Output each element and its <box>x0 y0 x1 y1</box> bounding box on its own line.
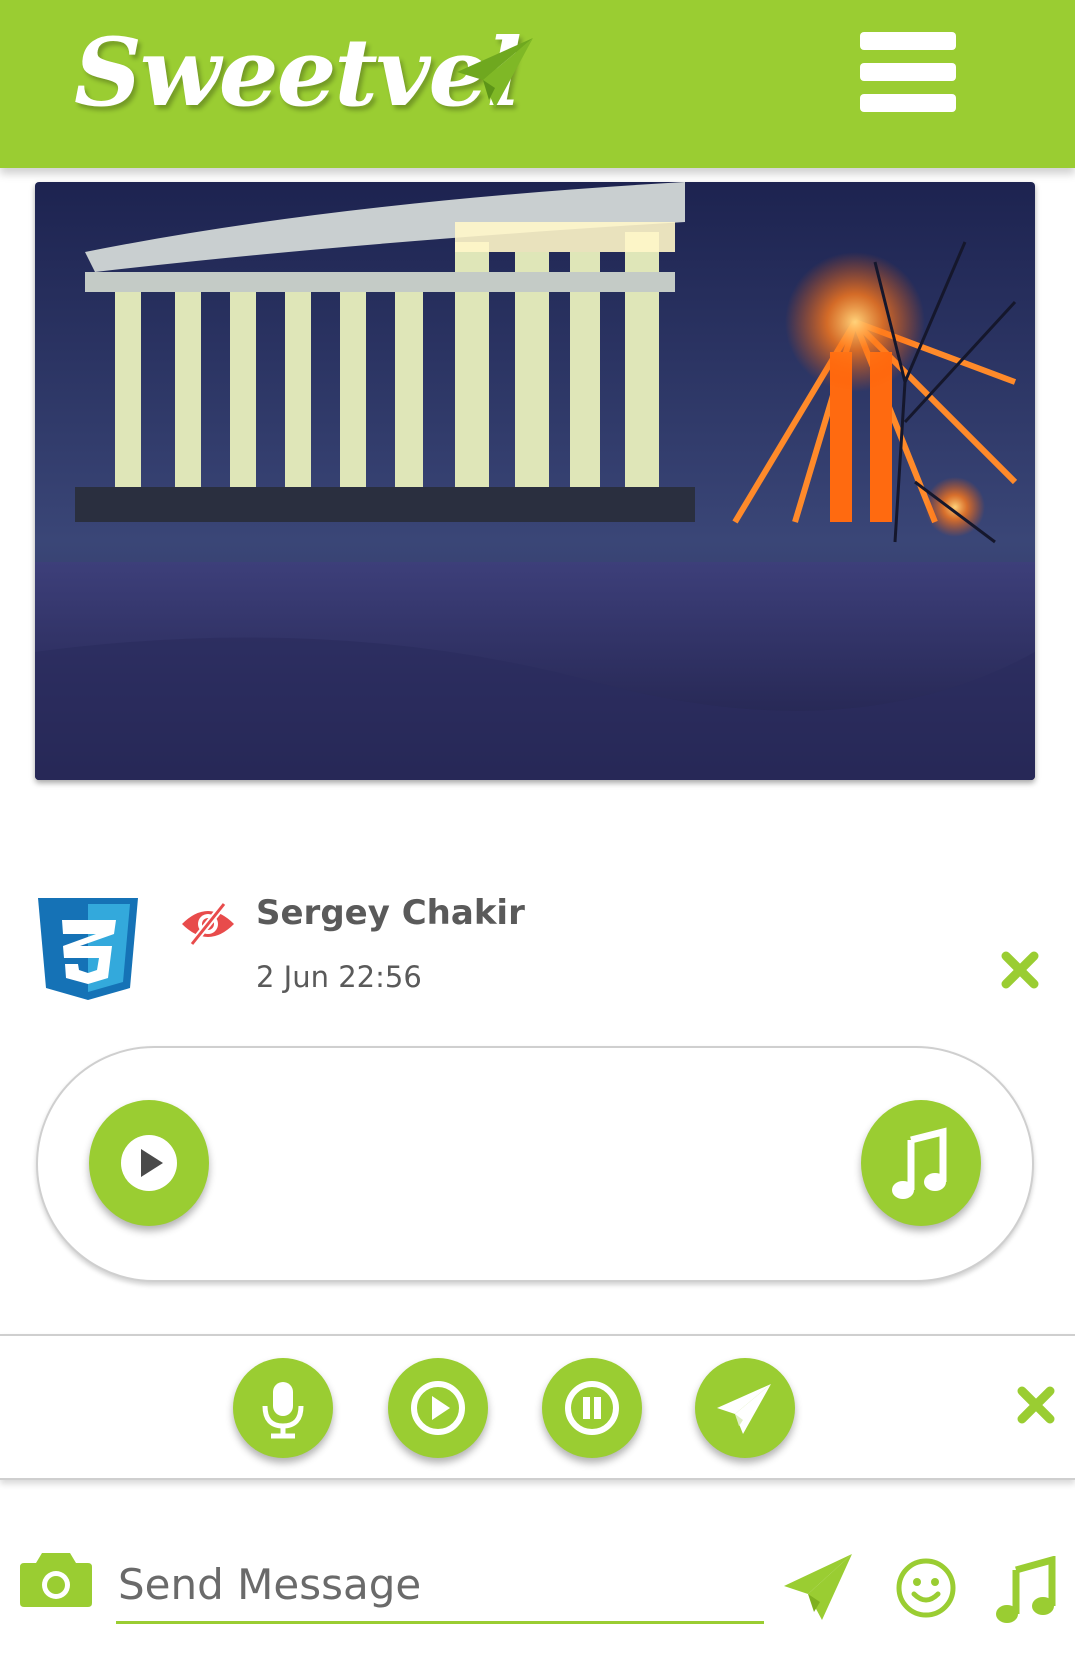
microphone-icon <box>262 1382 304 1439</box>
css3-logo-icon <box>38 898 138 1000</box>
music-note-button[interactable] <box>861 1100 981 1226</box>
paper-plane-icon <box>717 1384 771 1434</box>
hamburger-menu-button[interactable] <box>860 32 956 112</box>
pause-icon <box>565 1381 619 1435</box>
message-input[interactable] <box>116 1548 764 1624</box>
music-note-icon <box>892 1127 947 1199</box>
night-colonnade-image <box>35 182 1035 780</box>
play-icon <box>121 1135 177 1191</box>
paper-plane-icon <box>457 38 533 108</box>
app-logo[interactable]: Sweetvel <box>74 26 522 120</box>
message-photo[interactable] <box>35 182 1035 780</box>
music-note-icon[interactable] <box>996 1556 1056 1624</box>
message-timestamp: 2 Jun 22:56 <box>256 960 422 994</box>
send-paper-plane-icon[interactable] <box>782 1552 854 1622</box>
camera-icon[interactable] <box>20 1545 92 1609</box>
record-mic-button[interactable] <box>233 1358 333 1458</box>
voice-recorder-bar <box>0 1334 1075 1480</box>
play-recording-button[interactable] <box>388 1358 488 1458</box>
emoji-smiley-icon[interactable] <box>894 1556 958 1620</box>
pause-recording-button[interactable] <box>542 1358 642 1458</box>
unseen-eye-icon <box>182 901 234 947</box>
play-icon <box>411 1381 465 1435</box>
app-header: Sweetvel <box>0 0 1075 168</box>
delete-message-close-icon[interactable] <box>1000 950 1040 990</box>
close-recorder-icon[interactable] <box>1016 1385 1056 1425</box>
play-audio-button[interactable] <box>89 1100 209 1226</box>
send-recording-button[interactable] <box>695 1358 795 1458</box>
sender-name[interactable]: Sergey Chakir <box>256 893 525 933</box>
